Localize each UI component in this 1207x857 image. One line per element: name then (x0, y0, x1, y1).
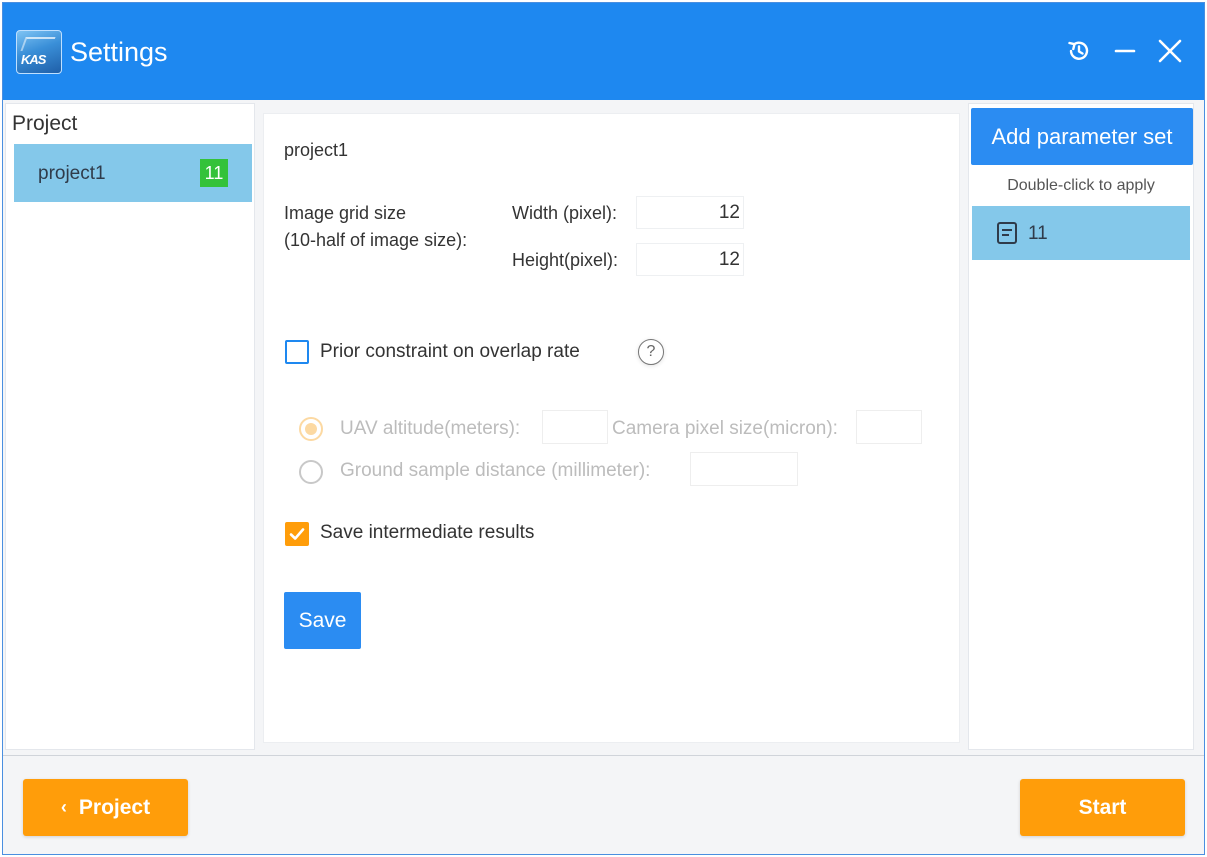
minimize-button[interactable] (1110, 36, 1140, 66)
start-button[interactable]: Start (1020, 779, 1185, 836)
project-panel: Project project1 11 (5, 103, 255, 750)
ground-sample-distance-label: Ground sample distance (millimeter): (340, 460, 651, 481)
history-icon (1068, 41, 1089, 60)
overlap-constraint-label[interactable]: Prior constraint on overlap rate (320, 341, 580, 363)
camera-pixel-size-label: Camera pixel size(micron): (612, 418, 838, 439)
project-list-item[interactable]: project1 11 (14, 144, 252, 202)
parameter-set-panel: Add parameter set Double-click to apply … (968, 103, 1194, 750)
add-parameter-set-button[interactable]: Add parameter set (971, 108, 1193, 165)
project-name: project1 (38, 163, 106, 184)
ground-sample-distance-input[interactable] (690, 452, 798, 486)
settings-window: KAS Settings Project project1 11 project… (2, 2, 1205, 855)
logo-text: KAS (21, 52, 46, 67)
width-label: Width (pixel): (512, 203, 618, 223)
close-icon (1158, 39, 1182, 63)
project-panel-heading: Project (12, 112, 78, 135)
uav-altitude-radio[interactable] (299, 417, 323, 441)
height-label: Height(pixel): (512, 250, 619, 270)
close-button[interactable] (1155, 36, 1185, 66)
apply-hint: Double-click to apply (1007, 177, 1155, 194)
checkmark-icon (289, 528, 305, 540)
height-input[interactable] (636, 243, 744, 276)
width-input[interactable] (636, 196, 744, 229)
save-button[interactable]: Save (284, 592, 361, 649)
app-logo: KAS (16, 30, 62, 74)
overlap-constraint-checkbox[interactable] (285, 340, 309, 364)
window-title: Settings (70, 37, 168, 67)
help-icon[interactable]: ? (638, 339, 664, 365)
image-grid-label: Image grid size (284, 203, 407, 223)
image-grid-sublabel: (10-half of image size): (284, 230, 468, 250)
back-button-label: Project (78, 795, 151, 819)
parameter-set-item[interactable]: 11 (972, 206, 1190, 260)
settings-form: project1 Image grid size (10-half of ima… (263, 113, 960, 743)
minimize-icon (1114, 49, 1136, 53)
document-icon (997, 222, 1017, 244)
logo-graphic (20, 37, 56, 51)
uav-altitude-input[interactable] (542, 410, 608, 444)
save-intermediate-checkbox[interactable] (285, 522, 309, 546)
uav-altitude-label: UAV altitude(meters): (340, 418, 521, 439)
parameter-set-name: 11 (1028, 223, 1048, 244)
chevron-left-icon: ‹ (60, 797, 67, 817)
camera-pixel-size-input[interactable] (856, 410, 922, 444)
ground-sample-distance-radio[interactable] (299, 460, 323, 484)
project-title: project1 (284, 140, 349, 160)
save-intermediate-label[interactable]: Save intermediate results (320, 522, 534, 544)
history-button[interactable] (1064, 36, 1094, 66)
title-bar: KAS Settings (3, 3, 1204, 100)
back-to-project-button[interactable]: ‹ Project (23, 779, 188, 836)
footer-bar: ‹ Project Start (3, 755, 1204, 854)
project-count-badge: 11 (200, 159, 228, 187)
